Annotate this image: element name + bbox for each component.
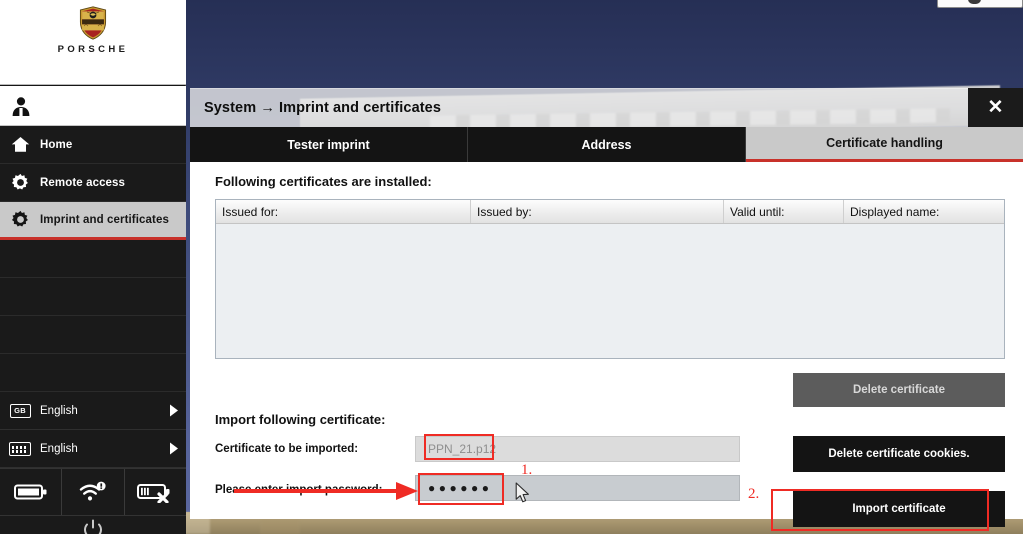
import-certificate-heading: Import following certificate: bbox=[215, 412, 386, 427]
sidebar-empty-row bbox=[0, 278, 186, 316]
sidebar-item-home[interactable]: Home bbox=[0, 126, 186, 164]
certificate-file-input[interactable]: PPN_21.p12 bbox=[415, 436, 740, 462]
certificates-table-body bbox=[216, 224, 1004, 358]
column-issued-for: Issued for: bbox=[216, 200, 471, 223]
import-certificate-button-label: Import certificate bbox=[852, 503, 946, 515]
wifi-status-cell[interactable] bbox=[62, 469, 125, 515]
certificate-field-label: Certificate to be imported: bbox=[215, 443, 359, 455]
battery-status-cell[interactable] bbox=[0, 469, 63, 515]
wifi-warning-icon bbox=[79, 481, 106, 501]
import-password-value: ●●●●●● bbox=[428, 481, 493, 495]
logo-panel: PORSCHE bbox=[0, 0, 186, 85]
sidebar-user-row[interactable] bbox=[0, 86, 186, 126]
gear-icon bbox=[0, 173, 40, 192]
column-displayed-name: Displayed name: bbox=[850, 204, 940, 219]
keyboard-icon bbox=[0, 441, 40, 456]
window-titlebar: System → Imprint and certificates bbox=[190, 88, 968, 127]
tab-bar: Tester imprint Address Certificate handl… bbox=[190, 127, 1023, 162]
chevron-right-icon bbox=[162, 404, 186, 417]
column-valid-until: Valid until: bbox=[724, 200, 844, 223]
sidebar-empty-row bbox=[0, 354, 186, 392]
user-person-icon bbox=[12, 97, 30, 116]
battery-full-icon bbox=[13, 484, 47, 500]
battery-disconnected-cell[interactable] bbox=[125, 469, 186, 515]
certificates-table[interactable]: Issued for: Issued by: Valid until: Disp… bbox=[215, 199, 1005, 359]
sidebar-item-imprint-and-certificates-label: Imprint and certificates bbox=[40, 213, 169, 226]
sidebar-empty-row bbox=[0, 316, 186, 354]
tab-tester-imprint-label: Tester imprint bbox=[287, 137, 370, 152]
corner-popup-panel[interactable] bbox=[937, 0, 1023, 8]
import-certificate-button[interactable]: Import certificate bbox=[793, 491, 1005, 527]
tab-certificate-handling-label: Certificate handling bbox=[826, 136, 943, 150]
main-content: Following certificates are installed: Is… bbox=[190, 162, 1023, 527]
sidebar-empty-row bbox=[0, 240, 186, 278]
sidebar-nav: Home Remote access Imprint and certifica… bbox=[0, 126, 186, 534]
sidebar: PORSCHE Home Remote access Imprint and c… bbox=[0, 0, 186, 534]
sidebar-power-strip[interactable] bbox=[0, 516, 186, 534]
chevron-right-icon bbox=[162, 442, 186, 455]
tab-address-label: Address bbox=[581, 137, 632, 152]
battery-disconnected-icon bbox=[137, 484, 170, 503]
tab-tester-imprint[interactable]: Tester imprint bbox=[190, 127, 468, 162]
certificate-file-value: PPN_21.p12 bbox=[428, 442, 497, 456]
installed-certificates-heading: Following certificates are installed: bbox=[215, 174, 432, 189]
tab-certificate-handling[interactable]: Certificate handling bbox=[746, 127, 1023, 162]
close-icon: ✕ bbox=[987, 97, 1004, 118]
home-icon bbox=[0, 136, 40, 153]
sidebar-item-home-label: Home bbox=[40, 138, 73, 151]
sidebar-item-remote-access[interactable]: Remote access bbox=[0, 164, 186, 202]
column-issued-by: Issued by: bbox=[471, 200, 724, 223]
sidebar-item-imprint-and-certificates[interactable]: Imprint and certificates bbox=[0, 202, 186, 240]
page-title: System → Imprint and certificates bbox=[204, 100, 441, 116]
flag-gb-badge: GB bbox=[9, 403, 31, 418]
sidebar-language-display[interactable]: GB English bbox=[0, 392, 186, 430]
delete-certificate-button-label: Delete certificate bbox=[852, 384, 946, 396]
delete-certificate-button: Delete certificate bbox=[793, 373, 1005, 407]
screen-root: PORSCHE Home Remote access Imprint and c… bbox=[0, 0, 1023, 534]
delete-certificate-cookies-button[interactable]: Delete certificate cookies. bbox=[793, 436, 1005, 472]
corner-popup-icon bbox=[968, 0, 981, 4]
sidebar-keyboard-language[interactable]: English bbox=[0, 430, 186, 468]
tab-address[interactable]: Address bbox=[468, 127, 746, 162]
sidebar-keyboard-language-label: English bbox=[40, 442, 78, 455]
sidebar-language-display-label: English bbox=[40, 404, 78, 417]
sidebar-item-remote-access-label: Remote access bbox=[40, 176, 126, 189]
certificates-table-header: Issued for: Issued by: Valid until: Disp… bbox=[216, 200, 1004, 224]
porsche-crest-icon bbox=[79, 6, 107, 40]
power-button-icon bbox=[84, 519, 102, 534]
gear-icon bbox=[0, 210, 40, 229]
sidebar-status-bar bbox=[0, 468, 186, 516]
delete-certificate-cookies-button-label: Delete certificate cookies. bbox=[828, 448, 970, 460]
flag-gb-icon: GB bbox=[0, 403, 40, 418]
import-password-input[interactable]: ●●●●●● bbox=[415, 475, 740, 501]
password-field-label: Please enter import password: bbox=[215, 484, 383, 496]
close-button[interactable]: ✕ bbox=[968, 88, 1023, 127]
porsche-wordmark: PORSCHE bbox=[57, 44, 129, 55]
